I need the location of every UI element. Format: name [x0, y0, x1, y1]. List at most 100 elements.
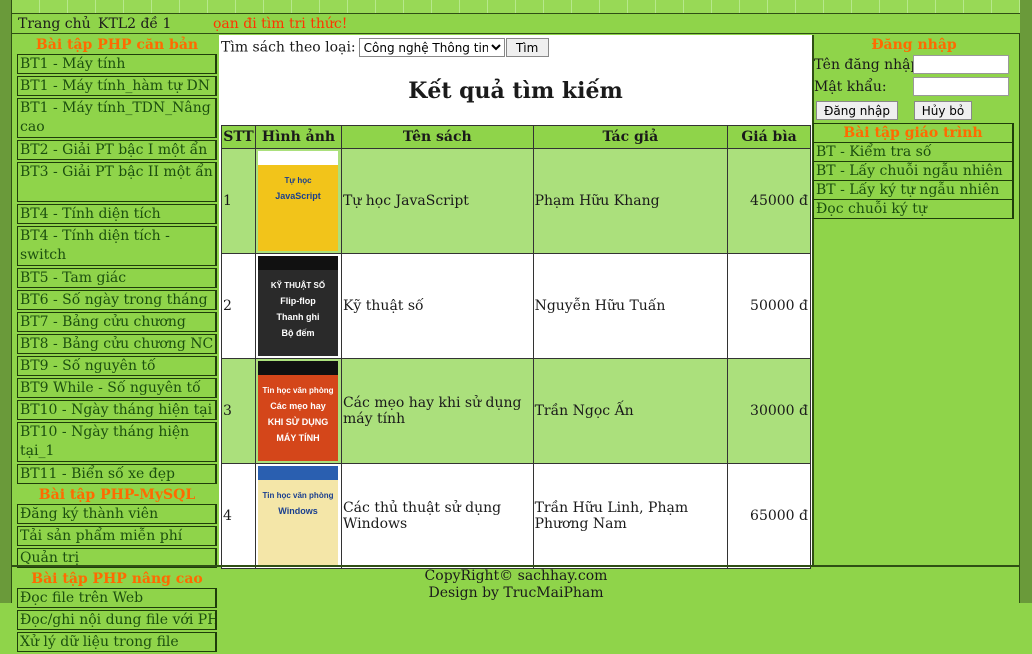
right-nav-link[interactable]: BT - Lấy chuỗi ngẫu nhiên: [814, 162, 1012, 181]
left-nav-link[interactable]: BT3 - Giải PT bậc II một ẩn: [17, 162, 217, 202]
book-title[interactable]: Kỹ thuật số: [340, 253, 534, 359]
book-author: Phạm Hữu Khang: [532, 148, 729, 254]
username-row: Tên đăng nhập:: [813, 54, 1015, 76]
marquee-text: ọan đi tìm tri thức!: [213, 16, 348, 32]
table-header-cell: Tên sách: [340, 125, 534, 149]
table-row: 3 Tin học văn phòng Các mẹo hay KHI SỬ DỤNG…: [221, 358, 811, 464]
right-nav-link[interactable]: Đọc chuỗi ký tự: [814, 200, 1012, 218]
cover-title-text: Tự học: [285, 176, 313, 185]
book-price: 45000 đ: [727, 148, 811, 254]
row-index: 4: [221, 463, 256, 569]
book-title[interactable]: Tự học JavaScript: [340, 148, 534, 254]
results-table: STT Hình ảnh Tên sách Tác giả Giá bìa 1 Tự họ…: [221, 125, 811, 569]
username-label: Tên đăng nhập:: [814, 57, 925, 73]
left-nav-link[interactable]: BT1 - Máy tính: [17, 54, 217, 74]
left-nav-link[interactable]: Tải sản phẩm miễn phí: [17, 526, 217, 546]
login-title: Đăng nhập: [871, 37, 957, 53]
results-title: Kết quả tìm kiếm: [408, 78, 623, 104]
cover-title-text: Tin học văn phòng: [263, 386, 334, 395]
table-header-cell: Tác giả: [532, 125, 729, 149]
book-title[interactable]: Các mẹo hay khi sử dụng máy tính: [340, 358, 534, 464]
table-row: 1 Tự học JavaScript Tự học JavaScript Phạm H…: [221, 148, 811, 254]
left-nav-link[interactable]: BT4 - Tính diện tích - switch: [17, 226, 217, 266]
cover-cell: Tin học văn phòng Các mẹo hay KHI SỬ DỤNG M…: [254, 358, 342, 464]
footer: CopyRight© sachhay.com Design by TrucMai…: [12, 565, 1020, 603]
left-nav-link[interactable]: BT4 - Tính diện tích: [17, 204, 217, 224]
left-nav-link[interactable]: BT8 - Bảng cửu chương NC: [17, 334, 217, 354]
left-nav-link[interactable]: BT9 While - Số nguyên tố: [17, 378, 217, 398]
cancel-button[interactable]: Hủy bỏ: [914, 101, 972, 120]
table-header-cell: STT: [221, 125, 256, 149]
row-index: 1: [221, 148, 256, 254]
password-input[interactable]: [913, 77, 1009, 96]
menu-ktl2-link[interactable]: KTL2 đề 1: [98, 16, 171, 32]
username-input[interactable]: [913, 55, 1009, 74]
main-content: Tìm sách theo loại: Công nghệ Thông tin Tì…: [219, 35, 814, 569]
cover-title-text: MÁY TÍNH: [277, 433, 320, 443]
left-nav-link[interactable]: BT10 - Ngày tháng hiện tại: [17, 400, 217, 420]
right-nav-link[interactable]: BT - Kiểm tra số: [814, 143, 1012, 162]
login-button[interactable]: Đăng nhập: [816, 101, 898, 120]
cover-title-text: KỸ THUẬT SỐ: [271, 280, 325, 290]
category-select[interactable]: Công nghệ Thông tin: [358, 38, 505, 57]
cover-cell: KỸ THUẬT SỐ Flip-flop Thanh ghi Bộ đếm: [254, 253, 342, 359]
cover-title-text: JavaScript: [276, 191, 322, 201]
book-price: 50000 đ: [727, 253, 811, 359]
left-nav-link[interactable]: BT10 - Ngày tháng hiện tại_1: [17, 422, 217, 462]
table-header-cell: Giá bìa: [727, 125, 811, 149]
table-header-cell: Hình ảnh: [254, 125, 342, 149]
cover-title-text: Windows: [279, 506, 318, 516]
left-nav-link[interactable]: Đăng ký thành viên: [17, 504, 217, 524]
book-cover-image[interactable]: Tự học JavaScript: [258, 151, 339, 251]
left-nav-link[interactable]: BT11 - Biển số xe đẹp: [17, 464, 217, 484]
book-price: 30000 đ: [727, 358, 811, 464]
cover-title-text: Tin học văn phòng: [263, 491, 334, 500]
search-form: Tìm sách theo loại: Công nghệ Thông tin Tì…: [221, 38, 549, 57]
cover-cell: Tin học văn phòng Windows: [254, 463, 342, 569]
book-price: 65000 đ: [727, 463, 811, 569]
left-nav-link[interactable]: BT9 - Số nguyên tố: [17, 356, 217, 376]
password-row: Mật khẩu:: [813, 76, 1015, 98]
top-banner: [12, 0, 1020, 13]
table-row: 4 Tin học văn phòng Windows Các thủ thuật s…: [221, 463, 811, 569]
left-nav-link[interactable]: BT1 - Máy tính_hàm tự DN: [17, 76, 217, 96]
footer-copyright: CopyRight© sachhay.com: [424, 568, 608, 584]
cover-title-text: Thanh ghi: [277, 312, 320, 322]
cover-cell: Tự học JavaScript: [254, 148, 342, 254]
right-sidebar: Đăng nhập Tên đăng nhập: Mật khẩu: Đăng …: [813, 36, 1015, 219]
left-nav-link[interactable]: Đọc/ghi nội dung file với PHP: [17, 610, 217, 630]
search-button[interactable]: Tìm: [505, 38, 549, 57]
book-author: Trần Hữu Linh, Phạm Phương Nam: [532, 463, 729, 569]
book-title[interactable]: Các thủ thuật sử dụng Windows: [340, 463, 534, 569]
top-menu-bar: Trang chủ KTL2 đề 1 ọan đi tìm tri thức!: [12, 13, 1020, 34]
left-section-title: Bài tập PHP căn bản: [35, 37, 199, 53]
book-cover-image[interactable]: KỸ THUẬT SỐ Flip-flop Thanh ghi Bộ đếm: [258, 256, 339, 356]
left-nav-link[interactable]: BT6 - Số ngày trong tháng: [17, 290, 217, 310]
left-nav-link[interactable]: Xử lý dữ liệu trong file: [17, 632, 217, 652]
cover-title-text: Bộ đếm: [282, 328, 315, 338]
row-index: 2: [221, 253, 256, 359]
left-section-title: Bài tập PHP-MySQL: [38, 487, 196, 503]
left-nav-link[interactable]: BT2 - Giải PT bậc I một ẩn: [17, 140, 217, 160]
login-buttons: Đăng nhập Hủy bỏ: [813, 100, 1015, 122]
menu-home-link[interactable]: Trang chủ: [18, 16, 91, 32]
left-nav-link[interactable]: BT5 - Tam giác: [17, 268, 217, 288]
left-nav-link[interactable]: BT7 - Bảng cửu chương: [17, 312, 217, 332]
table-row: 2 KỸ THUẬT SỐ Flip-flop Thanh ghi Bộ đếm Kỹ t…: [221, 253, 811, 359]
right-frame: [1019, 0, 1032, 603]
book-author: Trần Ngọc Ấn: [532, 358, 729, 464]
cover-title-text: KHI SỬ DỤNG: [268, 416, 328, 427]
right-nav-link[interactable]: BT - Lấy ký tự ngẫu nhiên: [814, 181, 1012, 200]
left-sidebar: Bài tập PHP căn bản BT1 - Máy tính BT1 - M…: [17, 36, 217, 654]
cover-title-text: Các mẹo hay: [271, 401, 327, 411]
book-cover-image[interactable]: Tin học văn phòng Windows: [258, 466, 339, 566]
book-cover-image[interactable]: Tin học văn phòng Các mẹo hay KHI SỬ DỤNG M…: [258, 361, 339, 461]
book-author: Nguyễn Hữu Tuấn: [532, 253, 729, 359]
left-nav-link[interactable]: BT1 - Máy tính_TDN_Nâng cao: [17, 98, 217, 138]
footer-design: Design by TrucMaiPham: [428, 585, 604, 601]
textbook-exercises-box: Bài tập giáo trình BT - Kiểm tra số BT - …: [813, 123, 1014, 219]
textbook-exercises-title: Bài tập giáo trình: [814, 124, 1012, 143]
left-frame: [0, 0, 12, 603]
search-label: Tìm sách theo loại:: [221, 39, 356, 56]
row-index: 3: [221, 358, 256, 464]
